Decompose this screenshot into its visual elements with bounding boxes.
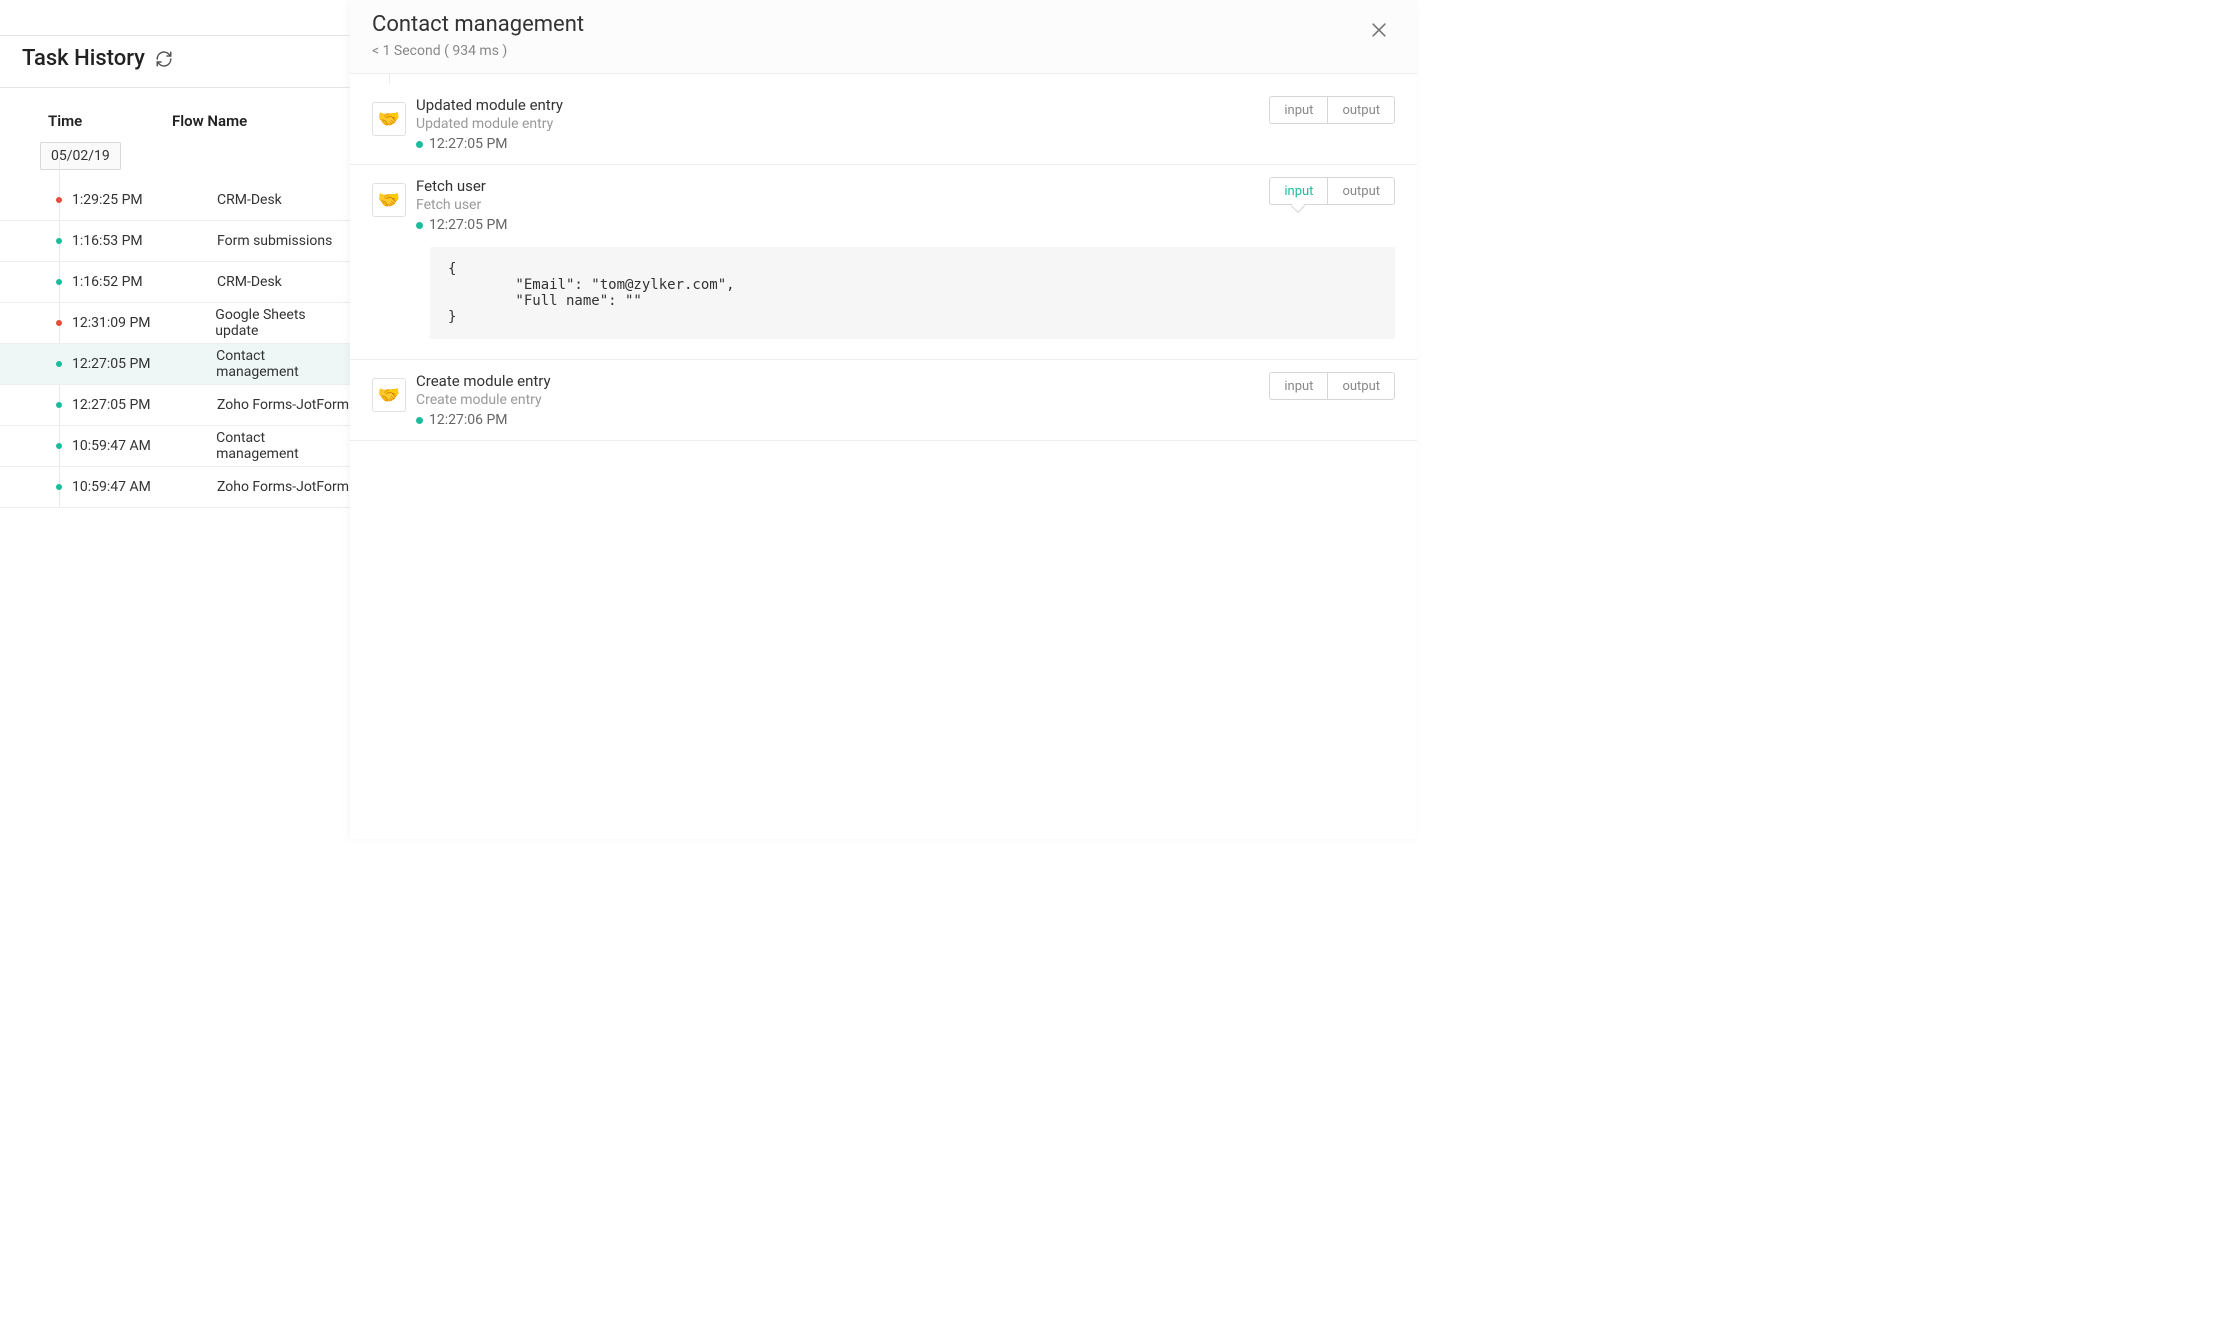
task-time: 1:16:53 PM	[62, 233, 177, 249]
col-header-time: Time	[0, 112, 172, 130]
task-row[interactable]: 10:59:47 AMZoho Forms-JotForm	[0, 467, 350, 508]
task-flow-name: Form submissions	[177, 233, 332, 249]
col-header-flow: Flow Name	[172, 112, 247, 130]
task-row[interactable]: 12:31:09 PMGoogle Sheets update	[0, 303, 350, 344]
task-flow-name: CRM-Desk	[177, 274, 282, 290]
step-time: 12:27:06 PM	[429, 412, 508, 428]
title-row: Task History	[0, 36, 350, 88]
task-time: 1:16:52 PM	[62, 274, 177, 290]
step-subtitle: Updated module entry	[416, 116, 563, 132]
task-row[interactable]: 1:16:53 PMForm submissions	[0, 221, 350, 262]
close-icon[interactable]	[1369, 12, 1389, 44]
output-button[interactable]: output	[1327, 373, 1394, 399]
top-bar	[0, 0, 350, 36]
task-row[interactable]: 12:27:05 PMContact management	[0, 344, 350, 385]
status-dot	[416, 141, 423, 148]
step-time: 12:27:05 PM	[429, 217, 508, 233]
task-flow-name: CRM-Desk	[177, 192, 282, 208]
step-subtitle: Fetch user	[416, 197, 508, 213]
status-dot	[416, 222, 423, 229]
refresh-icon[interactable]	[155, 50, 173, 68]
page-title: Task History	[22, 46, 145, 71]
task-flow-name: Zoho Forms-JotForm	[177, 397, 349, 413]
execution-step: 🤝 Create module entry Create module entry 1…	[350, 360, 1417, 441]
payload-code: { "Email": "tom@zylker.com", "Full name"…	[430, 247, 1395, 339]
task-row[interactable]: 1:16:52 PMCRM-Desk	[0, 262, 350, 303]
io-toggle: inputoutput	[1269, 372, 1395, 400]
execution-step: 🤝Updated module entryUpdated module entr…	[350, 84, 1417, 165]
output-button[interactable]: output	[1327, 97, 1394, 123]
step-title: Create module entry	[416, 372, 551, 390]
task-time: 12:27:05 PM	[62, 356, 176, 372]
handshake-icon: 🤝	[372, 378, 406, 412]
execution-step: 🤝 Fetch user Fetch user 12:27:05 PM inputout…	[350, 165, 1417, 360]
step-title: Fetch user	[416, 177, 508, 195]
task-flow-name: Contact management	[176, 348, 350, 380]
step-time: 12:27:05 PM	[429, 136, 508, 152]
output-button[interactable]: output	[1327, 178, 1394, 204]
task-flow-name: Contact management	[176, 430, 350, 462]
task-rows: 1:29:25 PMCRM-Desk1:16:53 PMForm submiss…	[0, 180, 350, 508]
io-toggle: inputoutput	[1269, 177, 1395, 205]
step-title: Updated module entry	[416, 96, 563, 114]
date-chip[interactable]: 05/02/19	[40, 142, 121, 170]
step-time-row: 12:27:05 PM	[416, 136, 563, 152]
step-header: Updated module entry Updated module entry…	[416, 96, 1395, 152]
task-time: 12:31:09 PM	[62, 315, 175, 331]
handshake-icon: 🤝	[372, 102, 406, 136]
detail-title: Contact management	[372, 12, 584, 37]
column-headers: Time Flow Name	[0, 88, 350, 142]
step-header: Create module entry Create module entry 12…	[416, 372, 1395, 428]
input-button[interactable]: input	[1270, 97, 1327, 123]
task-time: 10:59:47 AM	[62, 479, 177, 495]
task-row[interactable]: 1:29:25 PMCRM-Desk	[0, 180, 350, 221]
input-button[interactable]: input	[1270, 373, 1327, 399]
step-header: Fetch user Fetch user 12:27:05 PM inputoutp…	[416, 177, 1395, 233]
step-time-row: 12:27:06 PM	[416, 412, 551, 428]
status-dot	[416, 417, 423, 424]
detail-duration: < 1 Second ( 934 ms )	[372, 43, 584, 59]
task-time: 1:29:25 PM	[62, 192, 177, 208]
step-time-row: 12:27:05 PM	[416, 217, 508, 233]
task-time: 10:59:47 AM	[62, 438, 176, 454]
task-flow-name: Google Sheets update	[175, 307, 350, 339]
task-row[interactable]: 10:59:47 AMContact management	[0, 426, 350, 467]
task-detail-panel: Contact management < 1 Second ( 934 ms )…	[350, 0, 1417, 839]
task-flow-name: Zoho Forms-JotForm	[177, 479, 349, 495]
detail-header: Contact management < 1 Second ( 934 ms )	[350, 0, 1417, 74]
step-subtitle: Create module entry	[416, 392, 551, 408]
io-toggle: inputoutput	[1269, 96, 1395, 124]
date-chip-row: 05/02/19	[0, 142, 350, 180]
task-row[interactable]: 12:27:05 PMZoho Forms-JotForm	[0, 385, 350, 426]
handshake-icon: 🤝	[372, 183, 406, 217]
task-time: 12:27:05 PM	[62, 397, 177, 413]
task-history-panel: Task History Time Flow Name 05/02/19 1:2…	[0, 0, 350, 839]
execution-steps: 🤝Updated module entryUpdated module entr…	[350, 74, 1417, 441]
